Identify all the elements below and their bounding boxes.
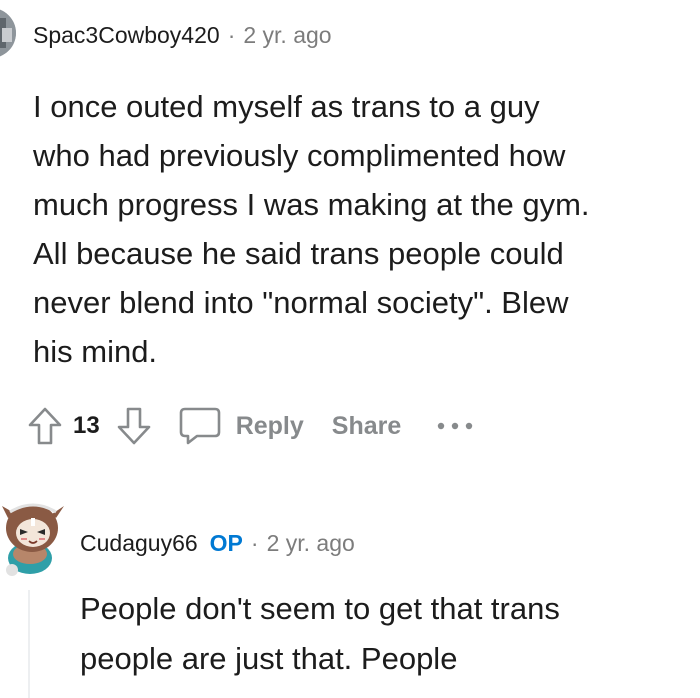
comment-bubble-icon: [178, 406, 222, 446]
comment-actions: 13 Reply Share: [25, 402, 475, 450]
downvote-icon[interactable]: [114, 404, 154, 448]
comment-line: People don't seem to get that trans: [80, 591, 560, 626]
comment-line: much progress I was making at the gym.: [33, 187, 590, 222]
avatar[interactable]: [0, 8, 16, 58]
separator-dot: ·: [250, 530, 259, 556]
username[interactable]: Spac3Cowboy420: [33, 22, 220, 49]
upvote-icon[interactable]: [25, 404, 65, 448]
comment-line: I once outed myself as trans to a guy: [33, 89, 540, 124]
thread-line[interactable]: [28, 590, 30, 698]
comment-body: I once outed myself as trans to a guy wh…: [33, 82, 683, 376]
timestamp[interactable]: 2 yr. ago: [243, 22, 331, 49]
comment-line: people are just that. People: [80, 641, 458, 676]
comment-body: People don't seem to get that trans peop…: [80, 584, 680, 684]
reply-label: Reply: [235, 411, 304, 440]
vote-count: 13: [73, 412, 100, 439]
comment-line: never blend into "normal society". Blew: [33, 285, 569, 320]
share-button[interactable]: Share: [332, 412, 401, 441]
comment-spac3cowboy420: Spac3Cowboy420 · 2 yr. ago I once outed …: [0, 0, 700, 470]
comment-cudaguy66: Cudaguy66 OP · 2 yr. ago People don't se…: [0, 470, 700, 698]
comment-meta: Spac3Cowboy420 · 2 yr. ago: [33, 22, 332, 49]
op-badge: OP: [209, 530, 243, 556]
comment-line: his mind.: [33, 334, 158, 369]
avatar[interactable]: [0, 488, 66, 578]
comment-line: who had previously complimented how: [33, 138, 566, 173]
comment-line: All because he said trans people could: [33, 236, 564, 271]
username[interactable]: Cudaguy66: [80, 530, 198, 557]
reply-button[interactable]: Reply: [178, 406, 304, 446]
comment-meta: Cudaguy66 OP · 2 yr. ago: [80, 530, 355, 557]
timestamp[interactable]: 2 yr. ago: [267, 530, 355, 557]
separator-dot: ·: [227, 22, 236, 48]
more-options-icon[interactable]: [435, 416, 475, 436]
